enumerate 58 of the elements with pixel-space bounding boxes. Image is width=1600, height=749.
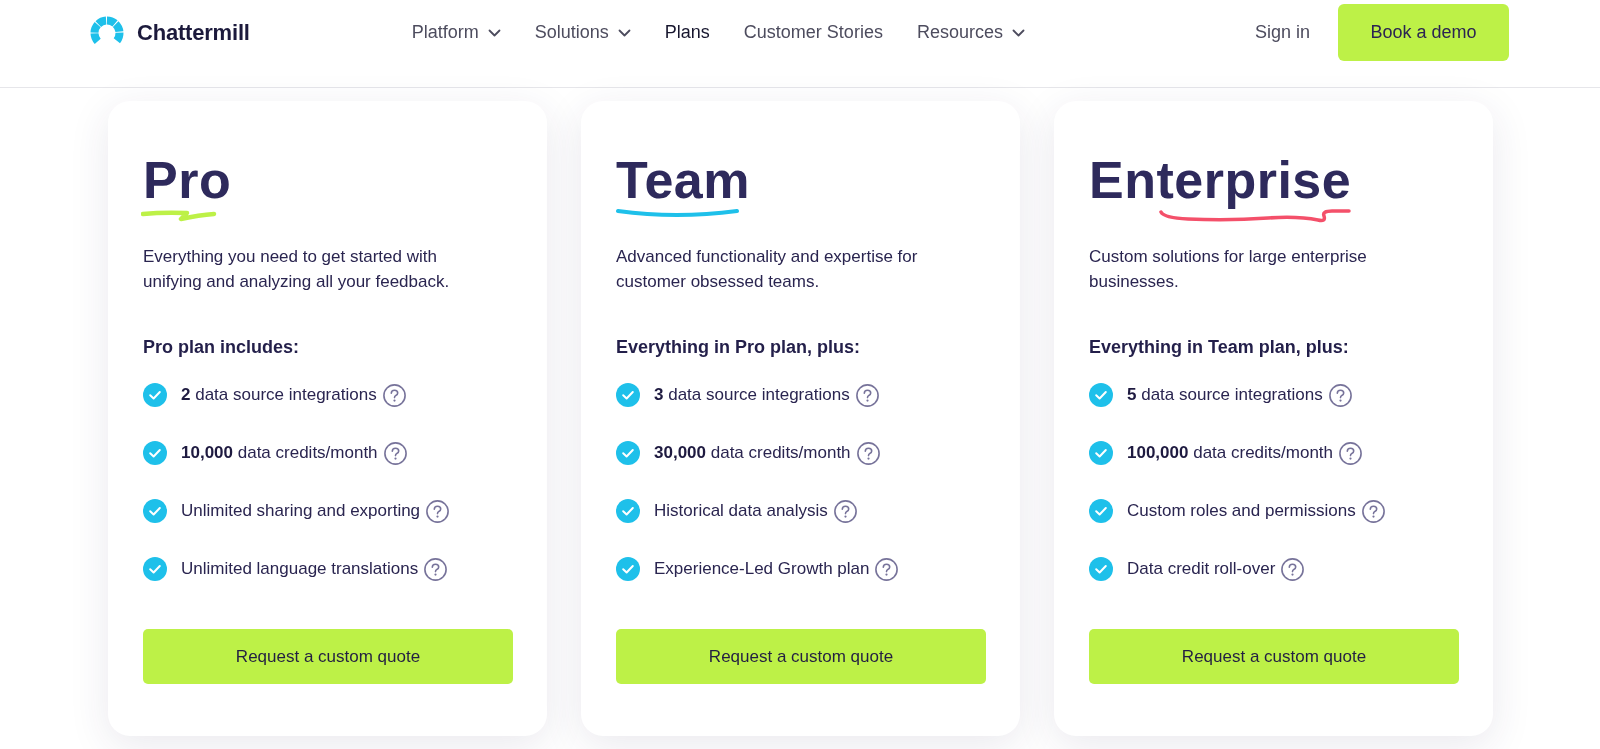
check-circle-icon: [616, 383, 640, 407]
feature-text: Unlimited language translations: [181, 559, 419, 579]
includes-heading: Everything in Team plan, plus:: [1089, 336, 1349, 359]
help-icon[interactable]: [426, 499, 450, 523]
feature-text: 30,000 data credits/month: [654, 443, 851, 463]
request-quote-button[interactable]: Request a custom quote: [143, 629, 513, 684]
plan-description: Everything you need to get started with unifying and analyzing all your feedback.: [143, 246, 451, 293]
chevron-down-icon: [1011, 28, 1025, 37]
brand-name: Chattermill: [137, 19, 250, 46]
includes-heading: Everything in Pro plan, plus:: [616, 336, 861, 359]
help-icon[interactable]: [1281, 557, 1305, 581]
nav-link[interactable]: Customer Stories: [743, 22, 883, 43]
feature-text: 5 data source integrations: [1127, 385, 1323, 405]
nav-link[interactable]: Resources: [916, 22, 1025, 43]
feature-text: 3 data source integrations: [654, 385, 850, 405]
chevron-down-icon: [487, 28, 501, 37]
help-icon[interactable]: [382, 383, 406, 407]
help-icon[interactable]: [856, 441, 880, 465]
check-circle-icon: [143, 557, 167, 581]
help-icon[interactable]: [424, 557, 448, 581]
nav-link[interactable]: Plans: [664, 22, 710, 43]
check-circle-icon: [616, 441, 640, 465]
check-circle-icon: [1089, 557, 1113, 581]
help-icon[interactable]: [1339, 441, 1363, 465]
help-icon[interactable]: [875, 557, 899, 581]
plan-title: Pro: [143, 154, 232, 206]
help-icon[interactable]: [383, 441, 407, 465]
request-quote-button[interactable]: Request a custom quote: [616, 629, 986, 684]
help-icon[interactable]: [855, 383, 879, 407]
check-circle-icon: [143, 383, 167, 407]
check-circle-icon: [1089, 441, 1113, 465]
sign-in-link[interactable]: Sign in: [1254, 22, 1310, 43]
nav-link[interactable]: Platform: [411, 22, 501, 43]
check-circle-icon: [1089, 383, 1113, 407]
help-icon[interactable]: [1328, 383, 1352, 407]
request-quote-button[interactable]: Request a custom quote: [1089, 629, 1459, 684]
plan-title: Team: [616, 154, 750, 206]
book-demo-button[interactable]: Book a demo: [1338, 4, 1509, 61]
check-circle-icon: [143, 499, 167, 523]
check-circle-icon: [1089, 499, 1113, 523]
check-circle-icon: [616, 557, 640, 581]
feature-text: 2 data source integrations: [181, 385, 377, 405]
check-circle-icon: [143, 441, 167, 465]
plan-description: Custom solutions for large enterprise businesses.: [1089, 246, 1368, 293]
check-circle-icon: [616, 499, 640, 523]
feature-text: Historical data analysis: [654, 501, 828, 521]
help-icon[interactable]: [1361, 499, 1385, 523]
feature-text: Data credit roll-over: [1127, 559, 1276, 579]
help-icon[interactable]: [833, 499, 857, 523]
chevron-down-icon: [617, 28, 631, 37]
feature-text: Custom roles and permissions: [1127, 501, 1356, 521]
feature-text: Unlimited sharing and exporting: [181, 501, 421, 521]
feature-text: 100,000 data credits/month: [1127, 443, 1334, 463]
feature-text: 10,000 data credits/month: [181, 443, 378, 463]
feature-text: Experience-Led Growth plan: [654, 559, 870, 579]
includes-heading: Pro plan includes:: [143, 336, 300, 359]
plan-description: Advanced functionality and expertise for customer obsessed teams.: [616, 246, 919, 293]
nav-link[interactable]: Solutions: [534, 22, 631, 43]
